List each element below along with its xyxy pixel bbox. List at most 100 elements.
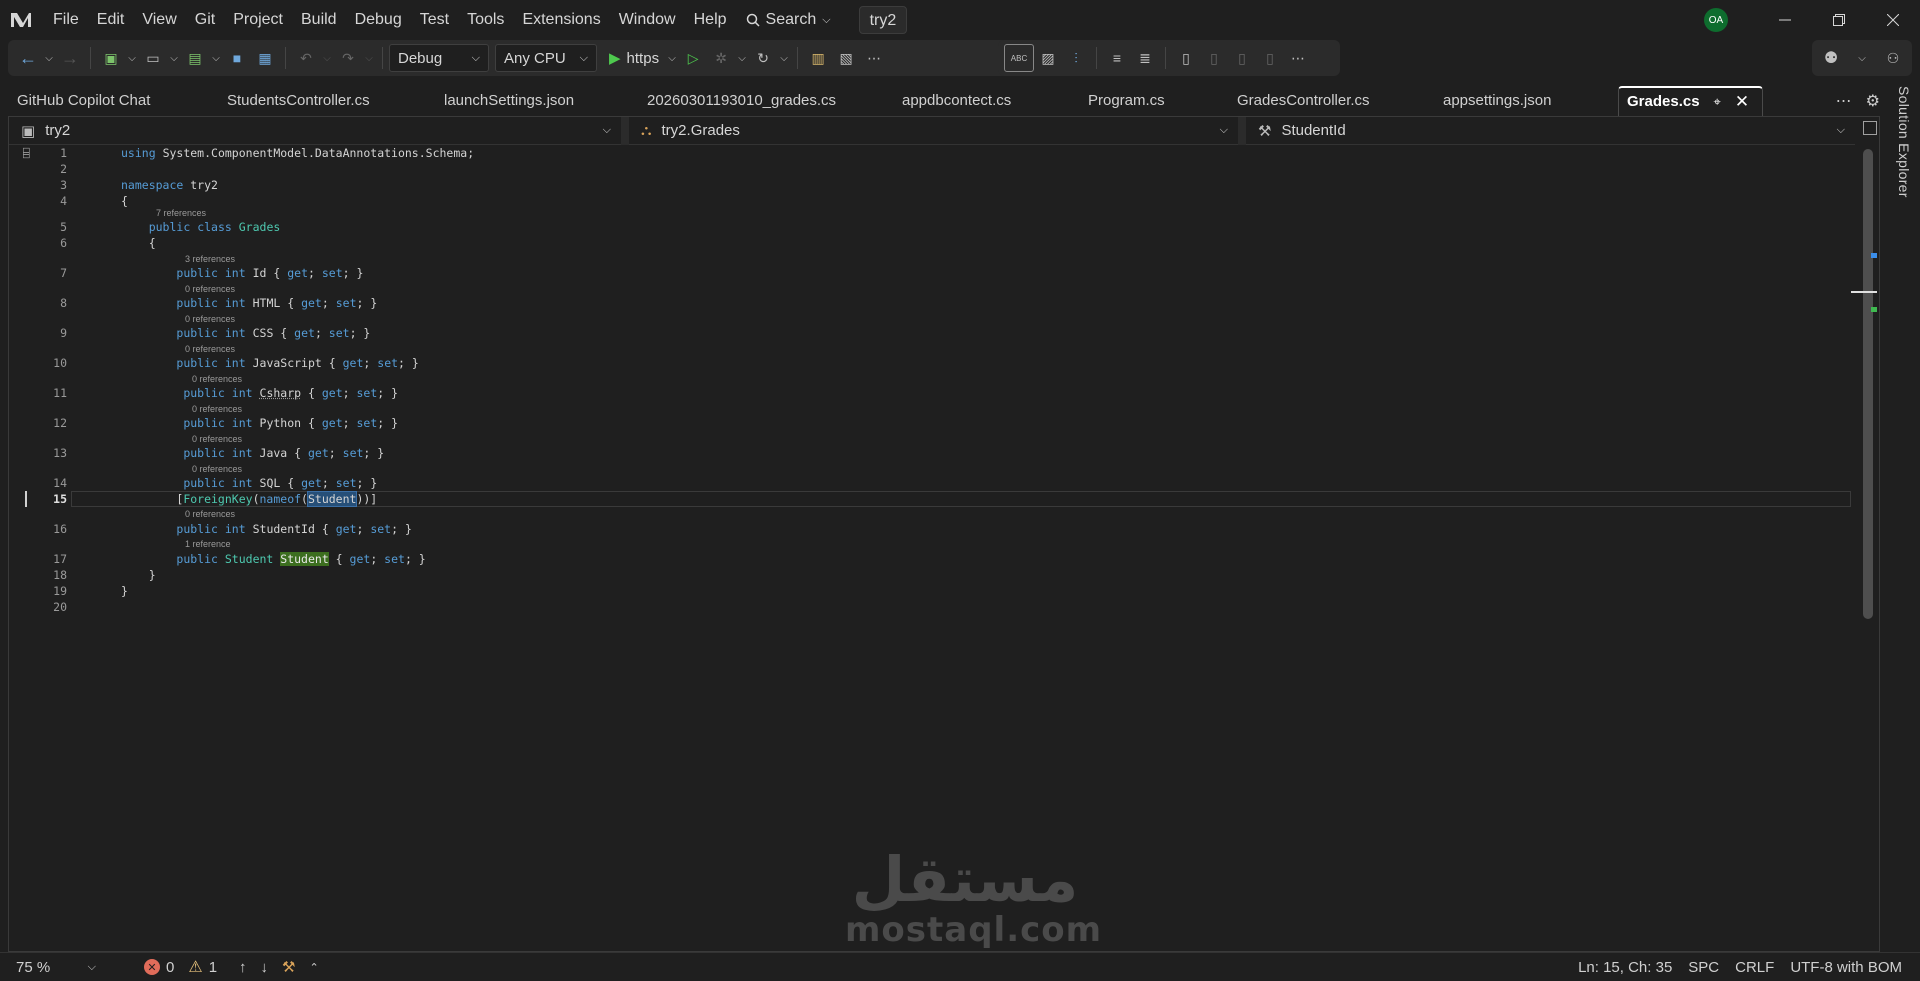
codelens-references[interactable]: 0 references (185, 314, 235, 324)
copilot-button[interactable]: ⚉ (1817, 44, 1845, 72)
clear-bookmarks-button[interactable]: ▯ (1256, 44, 1284, 72)
search-menu[interactable]: Search ⌵ (736, 11, 841, 29)
tab-students-controller[interactable]: StudentsController.cs (227, 86, 444, 116)
split-editor-button[interactable] (1863, 121, 1877, 135)
gear-icon[interactable]: ⚙ (1866, 91, 1880, 111)
run-profile-dropdown[interactable]: ⌵ (665, 44, 679, 72)
quick-info-button[interactable]: ▨ (1034, 44, 1062, 72)
navigate-back-button[interactable]: ← (14, 44, 42, 72)
previous-bookmark-button[interactable]: ▯ (1200, 44, 1228, 72)
pin-icon[interactable]: ⌖ (1714, 87, 1721, 117)
restart-button[interactable]: ↻ (749, 44, 777, 72)
tab-grades-controller[interactable]: GradesController.cs (1237, 86, 1443, 116)
hot-reload-dropdown[interactable]: ⌵ (735, 44, 749, 72)
codelens-references[interactable]: 0 references (185, 509, 235, 519)
spellcheck-button[interactable]: ABC (1004, 44, 1034, 72)
whitespace-mode[interactable]: SPC (1688, 959, 1719, 976)
code-editor[interactable]: ▣ try2 ⌵ ⛬ try2.Grades ⌵ ⚒ StudentId ⌵ ⌸ 1 … (8, 116, 1880, 952)
restart-dropdown[interactable]: ⌵ (777, 44, 791, 72)
tab-appsettings[interactable]: appsettings.json (1443, 86, 1618, 116)
menu-build[interactable]: Build (292, 0, 346, 40)
codelens-references[interactable]: 0 references (192, 374, 242, 384)
menu-test[interactable]: Test (411, 0, 458, 40)
new-file-dropdown[interactable]: ⌵ (167, 44, 181, 72)
redo-button[interactable]: ↷ (334, 44, 362, 72)
outdent-button[interactable]: ≡ (1103, 44, 1131, 72)
feedback-button[interactable]: ⚇ (1879, 44, 1907, 72)
hot-reload-button[interactable]: ✲ (707, 44, 735, 72)
solution-platform-select[interactable]: Any CPU ⌵ (495, 44, 597, 72)
codelens-references[interactable]: 0 references (185, 344, 235, 354)
minimize-button[interactable] (1758, 0, 1812, 40)
file-encoding[interactable]: UTF-8 with BOM (1790, 959, 1902, 976)
cursor-position[interactable]: Ln: 15, Ch: 35 (1578, 959, 1672, 976)
tab-github-copilot-chat[interactable]: GitHub Copilot Chat (17, 86, 227, 116)
save-button[interactable]: ■ (223, 44, 251, 72)
type-dropdown[interactable]: ⛬ try2.Grades ⌵ (629, 117, 1238, 145)
menu-window[interactable]: Window (610, 0, 685, 40)
find-in-files-button[interactable]: ▥ (804, 44, 832, 72)
tab-launch-settings[interactable]: launchSettings.json (444, 86, 647, 116)
codelens-references[interactable]: 0 references (192, 404, 242, 414)
start-debugging-button[interactable]: ▶ https (603, 44, 665, 72)
vertical-scrollbar[interactable] (1851, 149, 1879, 949)
close-window-button[interactable] (1866, 0, 1920, 40)
codelens-references[interactable]: 0 references (192, 464, 242, 474)
next-bookmark-button[interactable]: ▯ (1228, 44, 1256, 72)
project-dropdown[interactable]: ▣ try2 ⌵ (9, 117, 621, 145)
code-cleanup-button[interactable]: ⚒ (282, 958, 295, 976)
new-project-dropdown[interactable]: ⌵ (125, 44, 139, 72)
solution-explorer-tab[interactable]: Solution Explorer (1896, 86, 1912, 198)
copilot-dropdown[interactable]: ⌵ (1855, 44, 1869, 72)
menu-debug[interactable]: Debug (346, 0, 411, 40)
undo-button[interactable]: ↶ (292, 44, 320, 72)
line-endings[interactable]: CRLF (1735, 959, 1774, 976)
menu-project[interactable]: Project (224, 0, 292, 40)
next-issue-button[interactable]: ↓ (261, 959, 269, 976)
codelens-references[interactable]: 7 references (156, 208, 206, 218)
open-button[interactable]: ▤ (181, 44, 209, 72)
avatar[interactable]: OA (1704, 8, 1728, 32)
save-all-button[interactable]: ▦ (251, 44, 279, 72)
tab-overflow-icon[interactable]: ⋯ (1836, 91, 1852, 111)
menu-git[interactable]: Git (186, 0, 224, 40)
redo-dropdown[interactable]: ⌵ (362, 44, 376, 72)
solution-name[interactable]: try2 (858, 6, 908, 34)
more-toolbar-button[interactable]: ⋯ (860, 44, 888, 72)
codelens-references[interactable]: 1 reference (185, 539, 231, 549)
indent-button[interactable]: ≣ (1131, 44, 1159, 72)
toggle-bookmark-button[interactable]: ▯ (1172, 44, 1200, 72)
cleanup-options-button[interactable]: ⌃ (309, 961, 318, 974)
tab-appdbcontect[interactable]: appdbcontect.cs (902, 86, 1088, 116)
back-dropdown[interactable]: ⌵ (42, 44, 56, 72)
tab-program[interactable]: Program.cs (1088, 86, 1237, 116)
new-file-button[interactable]: ▭ (139, 44, 167, 72)
member-dropdown[interactable]: ⚒ StudentId ⌵ (1246, 117, 1855, 145)
menu-view[interactable]: View (133, 0, 185, 40)
menu-file[interactable]: File (44, 0, 88, 40)
code-text-area[interactable]: ⌸ 1 using System.ComponentModel.DataAnno… (9, 145, 1855, 951)
menu-extensions[interactable]: Extensions (513, 0, 609, 40)
close-tab-icon[interactable]: ✕ (1735, 87, 1749, 117)
navigate-forward-button[interactable]: → (56, 44, 84, 72)
codelens-references[interactable]: 3 references (185, 254, 235, 264)
codelens-references[interactable]: 0 references (192, 434, 242, 444)
error-count[interactable]: ✕ 0 (144, 959, 174, 976)
restore-button[interactable] (1812, 0, 1866, 40)
solution-configuration-select[interactable]: Debug ⌵ (389, 44, 489, 72)
codelens-references[interactable]: 0 references (185, 284, 235, 294)
menu-edit[interactable]: Edit (88, 0, 134, 40)
tab-grades-active[interactable]: Grades.cs ⌖ ✕ (1618, 86, 1763, 116)
menu-tools[interactable]: Tools (458, 0, 513, 40)
previous-issue-button[interactable]: ↑ (239, 959, 247, 976)
browser-link-button[interactable]: ▧ (832, 44, 860, 72)
open-dropdown[interactable]: ⌵ (209, 44, 223, 72)
scrollbar-thumb[interactable] (1863, 149, 1873, 619)
warning-count[interactable]: ⚠ 1 (188, 957, 217, 977)
more-editor-toolbar-button[interactable]: ⋯ (1284, 44, 1312, 72)
zoom-select[interactable]: 75 % ⌵ (8, 955, 104, 979)
new-project-button[interactable]: ▣ (97, 44, 125, 72)
tab-grades-migration[interactable]: 20260301193010_grades.cs (647, 86, 902, 116)
start-without-debugging-button[interactable]: ▷ (679, 44, 707, 72)
parameter-info-button[interactable]: ⫶ (1062, 44, 1090, 72)
